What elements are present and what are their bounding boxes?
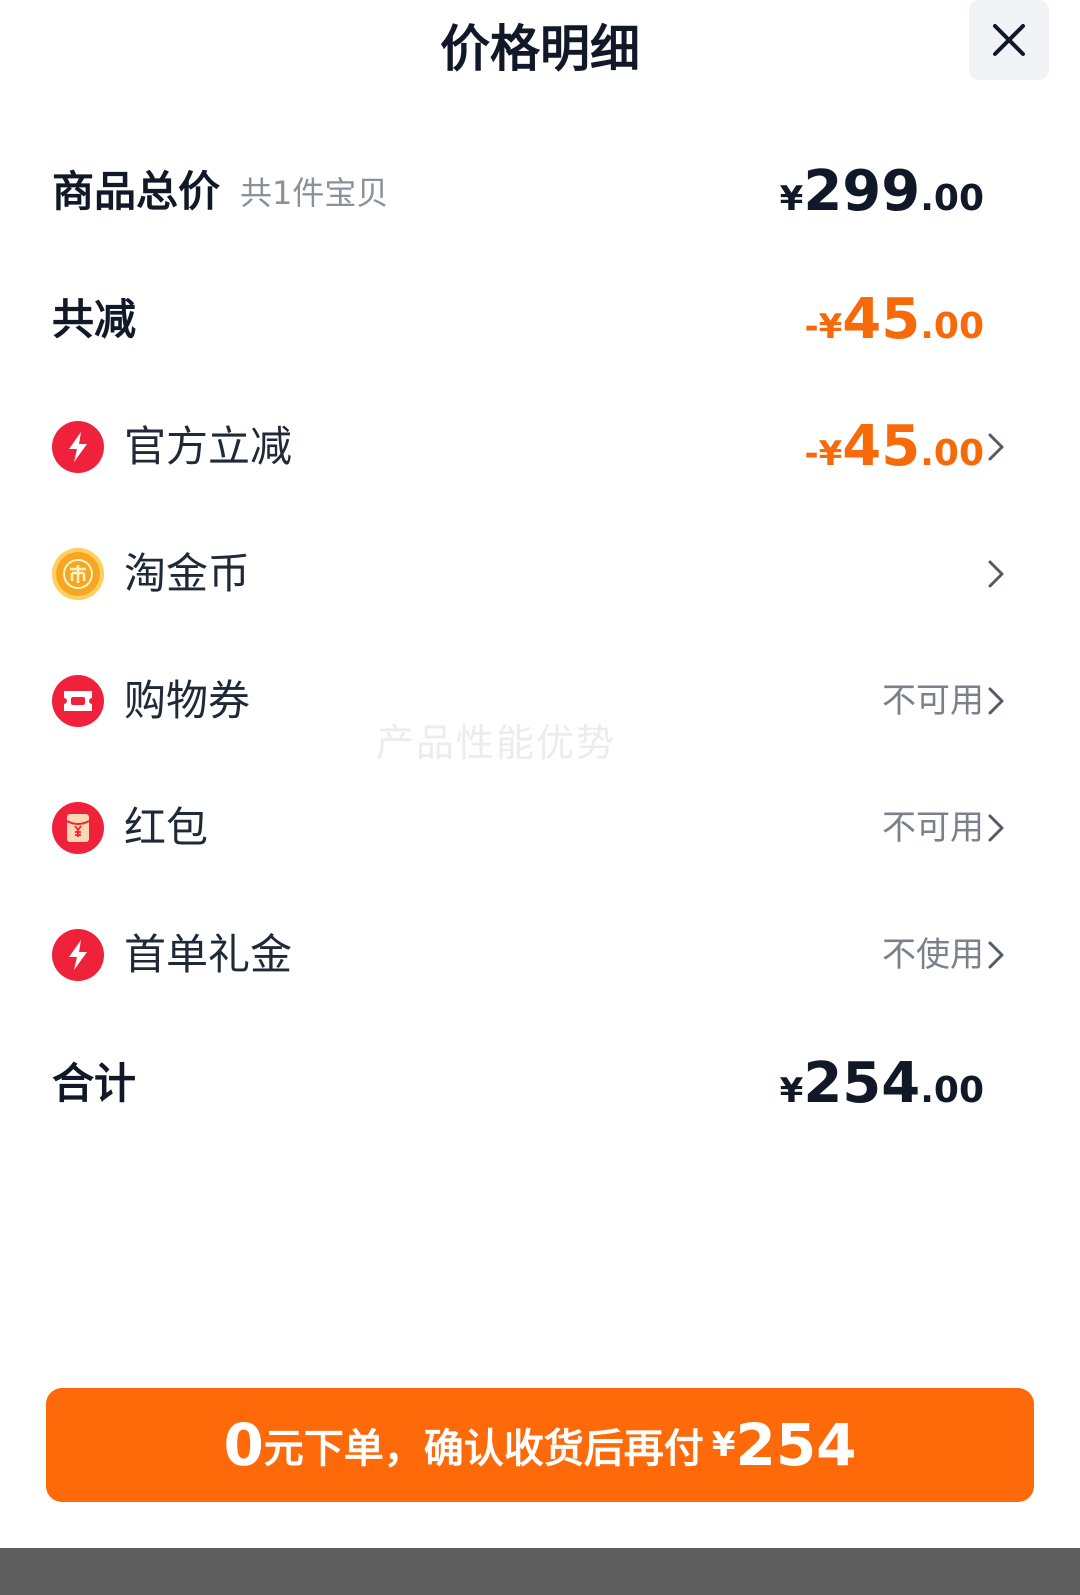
discount-total-row: 共减 -¥45.00 <box>0 280 1080 360</box>
item-count-note: 共1件宝贝 <box>240 174 389 212</box>
chevron-right-icon <box>988 560 1004 588</box>
close-icon <box>993 24 1025 56</box>
red-packet-row[interactable]: 红包 不可用 <box>0 788 1080 868</box>
watermark: 产品性能优势 <box>376 721 617 765</box>
coins-row[interactable]: 淘金币 <box>0 534 1080 614</box>
official-discount-price: -¥45.00 <box>804 414 984 479</box>
coupon-label: 购物券 <box>124 676 251 725</box>
discount-total-price: -¥45.00 <box>804 287 984 352</box>
official-discount-label: 官方立减 <box>124 422 293 471</box>
chevron-right-icon <box>988 433 1004 461</box>
subtotal-row: 商品总价 共1件宝贝 ¥299.00 <box>0 152 1080 232</box>
coin-icon <box>52 548 104 600</box>
first-order-gift-label: 首单礼金 <box>124 930 293 979</box>
red-packet-status: 不可用 <box>882 808 984 848</box>
system-nav-bar <box>0 1548 1080 1595</box>
lightning-icon <box>52 929 104 981</box>
red-packet-label: 红包 <box>124 803 209 852</box>
chevron-right-icon <box>988 941 1004 969</box>
ticket-icon <box>52 675 104 727</box>
pay-later-button[interactable]: 0 元下单，确认收货后再付 ¥ 254 <box>46 1388 1034 1502</box>
lightning-icon <box>52 421 104 473</box>
total-price: ¥254.00 <box>779 1051 984 1116</box>
page-title: 价格明细 <box>440 20 640 78</box>
discount-total-label: 共减 <box>52 295 137 344</box>
first-order-gift-status: 不使用 <box>882 935 984 975</box>
header: 价格明细 <box>0 0 1080 100</box>
chevron-right-icon <box>988 814 1004 842</box>
total-label: 合计 <box>52 1059 137 1108</box>
chevron-right-icon <box>988 687 1004 715</box>
red-packet-icon <box>52 802 104 854</box>
first-order-gift-row[interactable]: 首单礼金 不使用 <box>0 915 1080 995</box>
subtotal-label: 商品总价 <box>52 167 221 216</box>
coupon-status: 不可用 <box>882 681 984 721</box>
official-discount-row[interactable]: 官方立减 -¥45.00 <box>0 407 1080 487</box>
subtotal-price: ¥299.00 <box>779 159 984 224</box>
coins-label: 淘金币 <box>124 549 251 598</box>
total-row: 合计 ¥254.00 <box>0 1044 1080 1124</box>
close-button[interactable] <box>969 0 1049 80</box>
